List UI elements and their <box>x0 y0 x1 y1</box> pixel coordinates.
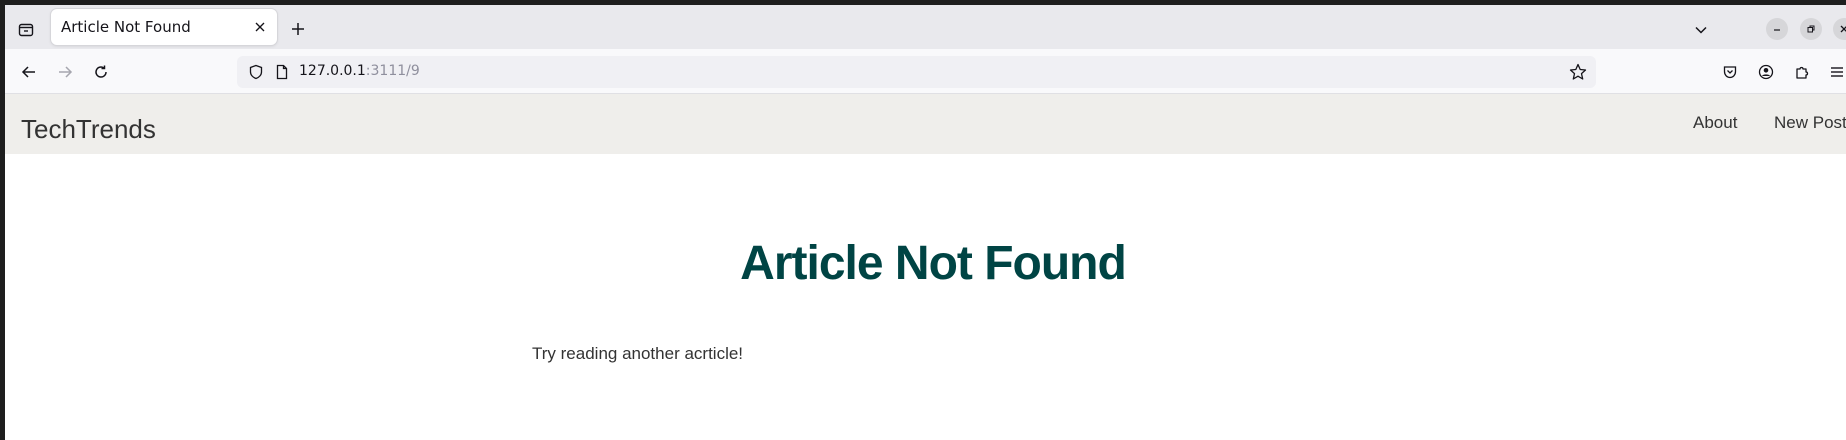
puzzle-icon <box>1794 64 1810 80</box>
restore-icon <box>1806 24 1816 34</box>
arrow-left-icon <box>21 64 37 80</box>
page-title: Article Not Found <box>740 237 1127 290</box>
reload-button[interactable] <box>89 60 113 84</box>
hamburger-menu-icon <box>1829 64 1845 80</box>
tab-overview-icon <box>18 21 34 37</box>
minimize-button[interactable] <box>1766 18 1788 40</box>
restore-button[interactable] <box>1800 18 1822 40</box>
tab-active[interactable]: Article Not Found <box>51 9 277 45</box>
account-button[interactable] <box>1754 60 1778 84</box>
browser-window: Article Not Found 127.0.0.1:3111/9 TechT… <box>0 0 1846 440</box>
back-button[interactable] <box>17 60 41 84</box>
new-tab-button[interactable] <box>287 18 309 40</box>
close-tab-icon[interactable] <box>251 18 269 36</box>
nav-link-new-post[interactable]: New Post <box>1774 113 1846 133</box>
url-text[interactable]: 127.0.0.1:3111/9 <box>299 63 420 79</box>
browser-frame: Article Not Found 127.0.0.1:3111/9 TechT… <box>5 5 1846 440</box>
not-found-message: Try reading another acrticle! <box>532 344 744 363</box>
page-content: TechTrends About New Post Article Not Fo… <box>5 94 1846 440</box>
shield-icon[interactable] <box>247 63 265 81</box>
close-window-button[interactable] <box>1833 18 1846 40</box>
page-icon[interactable] <box>273 63 291 81</box>
plus-icon <box>291 22 305 36</box>
address-bar[interactable]: 127.0.0.1:3111/9 <box>237 56 1596 88</box>
arrow-right-icon <box>57 64 73 80</box>
reload-icon <box>93 64 109 80</box>
tab-overview-button[interactable] <box>13 16 39 42</box>
tab-title: Article Not Found <box>61 18 191 36</box>
menu-button[interactable] <box>1825 60 1846 84</box>
navigation-toolbar: 127.0.0.1:3111/9 <box>5 49 1846 94</box>
account-icon <box>1758 64 1774 80</box>
close-icon <box>1839 24 1846 34</box>
url-host: 127.0.0.1 <box>299 63 366 79</box>
url-path: :3111/9 <box>365 63 420 79</box>
forward-button[interactable] <box>53 60 77 84</box>
pocket-button[interactable] <box>1718 60 1742 84</box>
nav-link-about[interactable]: About <box>1693 113 1737 133</box>
site-brand-link[interactable]: TechTrends <box>21 114 156 145</box>
tab-strip: Article Not Found <box>5 5 1846 49</box>
minimize-icon <box>1772 24 1782 34</box>
site-header: TechTrends About New Post <box>5 94 1846 154</box>
chevron-down-icon <box>1694 23 1708 37</box>
pocket-icon <box>1722 64 1738 80</box>
bookmark-star-icon[interactable] <box>1568 62 1588 82</box>
list-all-tabs-button[interactable] <box>1689 18 1713 42</box>
extensions-button[interactable] <box>1790 60 1814 84</box>
